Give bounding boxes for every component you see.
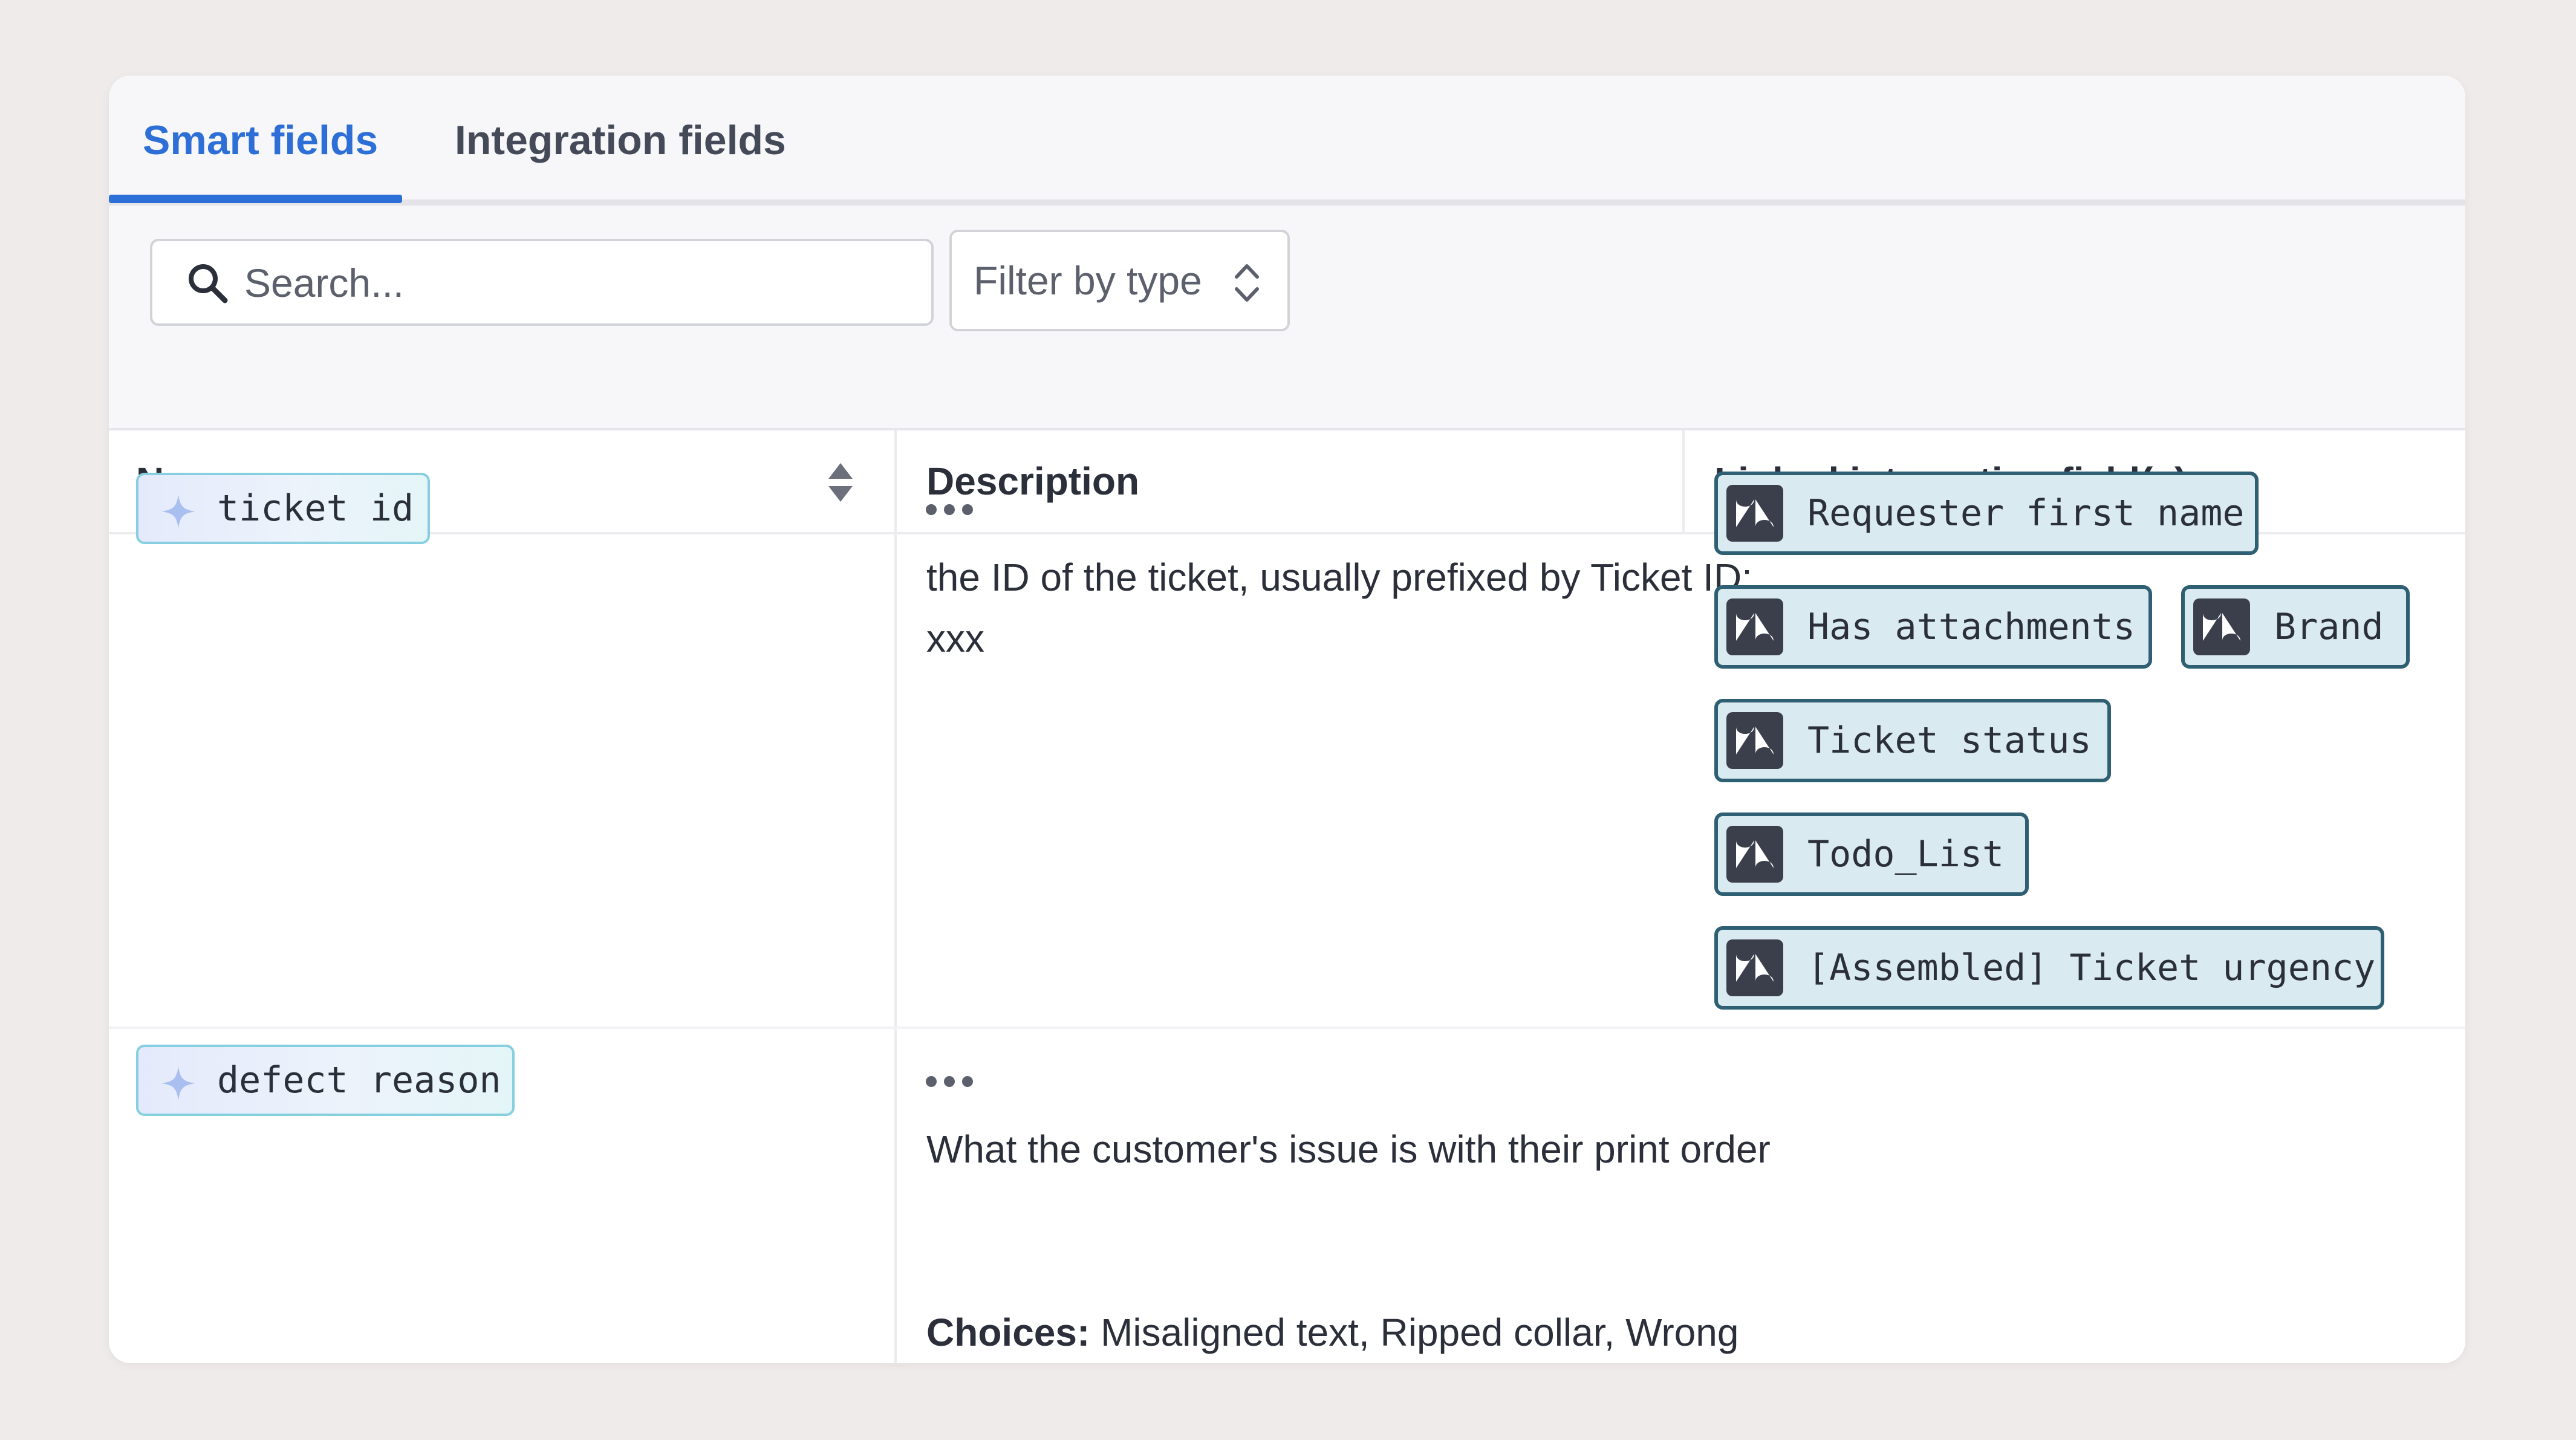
more-options-icon[interactable] bbox=[922, 501, 977, 519]
active-tab-indicator bbox=[109, 195, 402, 203]
smart-field-name: ticket id bbox=[217, 487, 414, 530]
more-options-icon[interactable] bbox=[922, 1072, 977, 1091]
integration-field-label: Brand bbox=[2274, 606, 2384, 648]
zendesk-logo-icon bbox=[1726, 939, 1783, 996]
smart-fields-panel: Smart fields Integration fields Filter b… bbox=[109, 76, 2465, 1363]
integration-field-chip[interactable]: Brand bbox=[2181, 585, 2410, 669]
integration-field-label: Ticket status bbox=[1807, 719, 2092, 762]
integration-field-chip[interactable]: Ticket status bbox=[1714, 699, 2111, 782]
integration-field-chip[interactable]: [Assembled] Ticket urgency bbox=[1714, 926, 2384, 1010]
smart-field-name: defect reason bbox=[217, 1059, 501, 1101]
zendesk-logo-icon bbox=[1726, 598, 1783, 655]
integration-field-label: Requester first name bbox=[1807, 492, 2245, 534]
integration-field-label: Todo_List bbox=[1807, 833, 2005, 875]
row-divider bbox=[109, 1026, 2465, 1029]
smart-field-chip[interactable]: ticket id bbox=[136, 473, 430, 544]
tab-integration-fields[interactable]: Integration fields bbox=[455, 76, 786, 206]
zendesk-logo-icon bbox=[1726, 485, 1783, 542]
tab-bar: Smart fields Integration fields bbox=[109, 76, 2465, 206]
field-description: the ID of the ticket, usually prefixed b… bbox=[926, 556, 1752, 660]
search-box[interactable] bbox=[150, 239, 934, 326]
integration-field-chip[interactable]: Todo_List bbox=[1714, 812, 2029, 896]
sparkle-icon bbox=[161, 1066, 195, 1100]
filter-by-type-select[interactable]: Filter by type bbox=[949, 230, 1290, 331]
sort-icon[interactable] bbox=[825, 461, 856, 504]
integration-field-chip[interactable]: Has attachments bbox=[1714, 585, 2152, 669]
field-choices: Choices: Misaligned text, Ripped collar,… bbox=[926, 1302, 1773, 1363]
search-icon bbox=[189, 264, 228, 303]
tab-smart-fields[interactable]: Smart fields bbox=[143, 76, 378, 206]
integration-field-label: [Assembled] Ticket urgency bbox=[1807, 947, 2376, 989]
filter-label: Filter by type bbox=[974, 258, 1202, 303]
integration-field-label: Has attachments bbox=[1807, 606, 2135, 648]
chevron-up-down-icon bbox=[1235, 264, 1259, 302]
smart-field-chip[interactable]: defect reason bbox=[136, 1045, 515, 1116]
column-divider bbox=[1682, 430, 1685, 534]
column-divider bbox=[894, 430, 897, 1363]
toolbar: Filter by type bbox=[109, 206, 2465, 430]
search-input[interactable] bbox=[243, 246, 911, 320]
integration-field-chip[interactable]: Requester first name bbox=[1714, 472, 2259, 555]
sparkle-icon bbox=[161, 495, 195, 528]
zendesk-logo-icon bbox=[1726, 712, 1783, 769]
choices-label: Choices: bbox=[926, 1311, 1090, 1354]
field-description: What the customer's issue is with their … bbox=[926, 1127, 1771, 1171]
zendesk-logo-icon bbox=[1726, 826, 1783, 883]
zendesk-logo-icon bbox=[2193, 598, 2250, 655]
